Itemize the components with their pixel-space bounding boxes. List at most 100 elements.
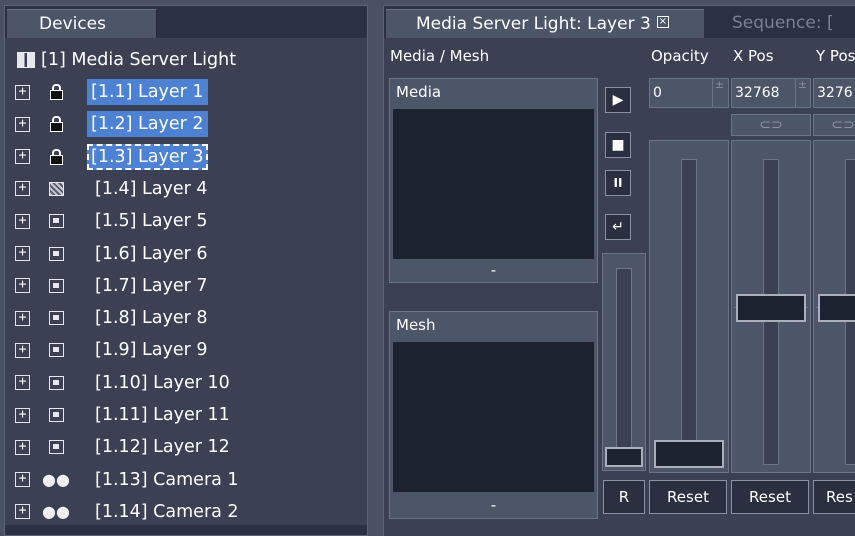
tree-item-label: [1.7] Layer 7 [95, 275, 208, 296]
xpos-fader-handle[interactable] [736, 293, 806, 322]
expand-icon[interactable]: + [15, 375, 30, 391]
link-icon: ⊂⊃ [759, 117, 783, 133]
xpos-spinner[interactable]: ± [795, 78, 809, 108]
tree-item[interactable]: + [1.5] Layer 5 [5, 205, 367, 237]
ypos-fader-track [813, 140, 855, 473]
ypos-value: 3276 [817, 85, 853, 101]
ypos-reset-button[interactable]: Res [813, 480, 855, 514]
expand-icon[interactable]: + [15, 213, 30, 229]
tree-item[interactable]: + [1.10] Layer 10 [5, 367, 367, 399]
opacity-header: Opacity [651, 47, 709, 65]
xpos-fader-track [731, 140, 811, 473]
loop-icon: ↵ [612, 219, 624, 235]
tree-item[interactable]: + ●● [1.14] Camera 2 [5, 496, 367, 528]
r-button[interactable]: R [603, 480, 645, 514]
tree-item-label: [1.12] Layer 12 [95, 437, 230, 458]
media-server-icon [17, 52, 35, 68]
tree-item-label: [1.6] Layer 6 [95, 243, 208, 264]
expand-icon[interactable]: + [15, 181, 30, 197]
ypos-input[interactable]: 3276 [813, 78, 855, 108]
tree-item-label: [1.11] Layer 11 [95, 405, 230, 425]
ypos-header: Y Pos [816, 47, 855, 65]
opacity-reset-button[interactable]: Reset [649, 480, 727, 514]
tree-item-label: [1.8] Layer 8 [95, 308, 208, 329]
opacity-fader-slot [681, 159, 697, 465]
expand-icon[interactable]: + [15, 407, 30, 423]
transport-fader-slot [616, 268, 632, 464]
expand-icon[interactable]: + [15, 84, 30, 100]
tree-item-label: [1.14] Camera 2 [95, 501, 239, 522]
transport-fader-track [602, 253, 646, 471]
tab-sequence[interactable]: Sequence: [ [706, 9, 855, 38]
lock-icon [47, 148, 65, 166]
tab-close-icon[interactable]: × [656, 16, 669, 28]
layer-icon [47, 245, 65, 263]
xpos-header: X Pos [733, 47, 774, 65]
expand-icon[interactable]: + [15, 246, 30, 261]
layer-icon [47, 341, 65, 359]
play-icon: ▶ [612, 92, 624, 108]
mesh-preview[interactable] [393, 342, 594, 492]
tree-item-label: [1.5] Layer 5 [95, 211, 208, 232]
tree-item[interactable]: + [1.8] Layer 8 [5, 302, 367, 334]
tree-item[interactable]: + [1.6] Layer 6 [5, 238, 367, 270]
pause-button[interactable]: II [605, 170, 631, 196]
tab-media-server-layer[interactable]: Media Server Light: Layer 3 × [386, 9, 704, 38]
opacity-fader-track [649, 140, 729, 473]
tree-item[interactable]: + [1.12] Layer 12 [5, 431, 367, 463]
expand-icon[interactable]: + [15, 472, 30, 488]
xpos-value: 32768 [735, 85, 780, 101]
expand-icon[interactable]: + [15, 439, 30, 455]
stop-icon: ■ [611, 137, 625, 153]
mesh-value: - [490, 496, 497, 514]
lock-icon [47, 115, 65, 133]
expand-icon[interactable]: + [15, 504, 30, 520]
expand-icon[interactable]: + [15, 149, 30, 165]
mesh-group: Mesh - [389, 311, 598, 519]
tab-devices[interactable]: Devices [7, 9, 157, 38]
media-title: Media [396, 83, 442, 101]
tree-item[interactable]: + [1.7] Layer 7 [5, 270, 367, 302]
checker-icon [47, 180, 65, 198]
lock-icon [47, 83, 65, 101]
xpos-reset-button[interactable]: Reset [731, 480, 809, 514]
xpos-link-toggle[interactable]: ⊂⊃ [731, 114, 811, 136]
opacity-spinner[interactable]: ± [712, 78, 726, 108]
tree-root-row[interactable]: [1] Media Server Light [5, 44, 367, 76]
tree-item-label: [1.3] Layer 3 [87, 143, 208, 170]
link-icon: ⊂⊃ [831, 117, 855, 133]
camera-icon: ●● [42, 502, 70, 522]
media-preview[interactable] [393, 109, 594, 259]
expand-icon[interactable]: + [15, 310, 30, 326]
tree-item[interactable]: + [1.2] Layer 2 [5, 108, 367, 140]
tree-item[interactable]: + [1.3] Layer 3 [5, 141, 367, 173]
layer-icon [47, 406, 65, 424]
tree-item[interactable]: + [1.11] Layer 11 [5, 399, 367, 431]
tree-item[interactable]: + [1.9] Layer 9 [5, 334, 367, 366]
ypos-link-toggle[interactable]: ⊂⊃ [813, 114, 855, 136]
media-group: Media - [389, 78, 598, 283]
devices-panel-footer [5, 525, 367, 535]
stop-button[interactable]: ■ [605, 132, 631, 158]
expand-icon[interactable]: + [15, 116, 30, 132]
tree-item[interactable]: + [1.1] Layer 1 [5, 76, 367, 108]
opacity-value: 0 [653, 85, 662, 101]
mesh-title: Mesh [396, 316, 436, 334]
ypos-fader-handle[interactable] [818, 293, 855, 322]
play-button[interactable]: ▶ [605, 87, 631, 113]
tree-item-label: [1.2] Layer 2 [87, 111, 208, 138]
devices-tabbar: Devices [5, 6, 367, 38]
layer-icon [47, 212, 65, 230]
expand-icon[interactable]: + [15, 278, 30, 294]
transport-fader-handle[interactable] [605, 447, 643, 467]
tree-item-label: [1.9] Layer 9 [95, 340, 208, 361]
opacity-fader-handle[interactable] [654, 440, 724, 468]
expand-icon[interactable]: + [15, 342, 30, 358]
tree-item[interactable]: + [1.4] Layer 4 [5, 173, 367, 205]
editor-tabbar: Media Server Light: Layer 3 × Sequence: [ [384, 6, 855, 38]
tree-item[interactable]: + ●● [1.13] Camera 1 [5, 464, 367, 496]
loop-button[interactable]: ↵ [605, 214, 631, 240]
layer-icon [47, 309, 65, 327]
tree-item-label: [1.10] Layer 10 [95, 372, 230, 393]
tree-item-label: [1.4] Layer 4 [95, 178, 208, 199]
